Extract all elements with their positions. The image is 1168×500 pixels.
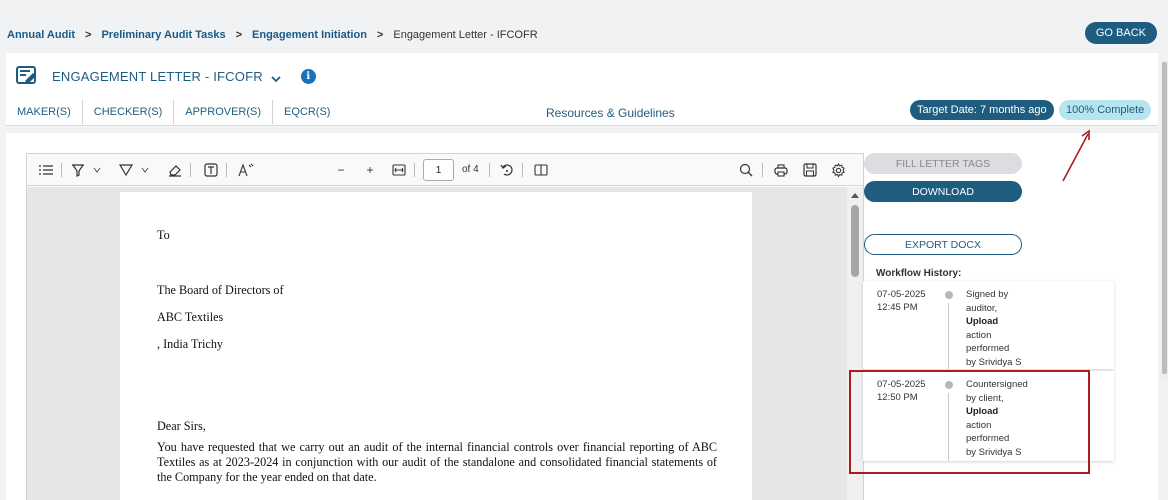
page-header: ENGAGEMENT LETTER - IFCOFR i MAKER(S) CH… [6,53,1158,126]
chevron-down-icon[interactable] [89,162,105,178]
toolbar-divider [190,163,191,177]
search-icon[interactable] [738,162,754,178]
tab-eqcrs[interactable]: EQCR(S) [273,100,341,124]
role-tabs: MAKER(S) CHECKER(S) APPROVER(S) EQCR(S) [6,100,341,124]
letter-location: , India Trichy [157,337,224,351]
breadcrumb-separator: > [235,29,243,41]
settings-icon[interactable] [830,162,846,178]
text-box-icon[interactable] [203,162,219,178]
workflow-text-line: by Srividya S [966,356,1022,368]
page-scrollbar-thumb[interactable] [1162,62,1167,374]
workflow-text-line: action [966,329,992,341]
toolbar-divider [61,163,62,177]
title-row: ENGAGEMENT LETTER - IFCOFR i [16,65,316,87]
breadcrumb-engagement-initiation[interactable]: Engagement Initiation [252,29,367,41]
workflow-text-line: performed [966,343,1010,354]
pdf-canvas[interactable]: To The Board of Directors of ABC Textile… [27,187,847,500]
chevron-down-icon[interactable] [271,71,281,83]
workflow-date: 07-05-2025 [877,289,926,300]
toolbar-divider [226,163,227,177]
page-number-input[interactable]: 1 [423,159,454,181]
workflow-history-title: Workflow History: [876,268,962,279]
rotate-icon[interactable] [499,162,515,178]
workflow-action: Upload [966,316,999,327]
annotation-highlight-box [849,370,1090,474]
export-docx-button[interactable]: EXPORT DOCX [864,234,1022,255]
chevron-down-icon[interactable] [137,162,153,178]
toolbar-divider [522,163,523,177]
workflow-time: 12:45 PM [877,302,918,313]
letter-greeting: Dear Sirs, [157,419,206,433]
breadcrumb-annual-audit[interactable]: Annual Audit [7,29,75,41]
pdf-viewer: − + 1 of 4 To The Board of Directors of … [26,153,864,500]
eraser-icon[interactable] [167,162,183,178]
timeline-dot-icon [945,291,953,299]
target-date-badge: Target Date: 7 months ago [910,100,1054,120]
breadcrumb-preliminary-audit-tasks[interactable]: Preliminary Audit Tasks [101,29,225,41]
outline-icon[interactable] [38,162,54,178]
document-sign-icon [16,66,38,86]
completion-badge: 100% Complete [1059,100,1152,120]
tab-checkers[interactable]: CHECKER(S) [83,100,175,124]
download-button[interactable]: DOWNLOAD [864,181,1022,202]
tab-approvers[interactable]: APPROVER(S) [174,100,274,124]
scroll-up-arrow-icon[interactable] [851,193,859,198]
letter-paragraph: You have requested that we carry out an … [157,440,717,484]
info-icon[interactable]: i [300,68,316,84]
toolbar-divider [762,163,763,177]
zoom-in-icon[interactable]: + [362,162,378,178]
page-total: of 4 [462,164,479,175]
letter-to: To [157,228,170,242]
workflow-text-line: auditor, [966,302,998,314]
breadcrumb-separator: > [376,29,384,41]
pdf-page: To The Board of Directors of ABC Textile… [120,192,752,500]
letter-company: ABC Textiles [157,310,224,324]
letter-addressee: The Board of Directors of [157,283,284,297]
page-view-icon[interactable] [533,162,549,178]
draw-icon[interactable] [118,162,134,178]
fill-letter-tags-button[interactable]: FILL LETTER TAGS [864,153,1022,174]
workflow-timestamp: 07-05-2025 12:45 PM [877,288,926,314]
save-icon[interactable] [802,162,818,178]
zoom-out-icon[interactable]: − [333,162,349,178]
toolbar-divider [489,163,490,177]
read-aloud-icon[interactable] [238,162,254,178]
breadcrumb-separator: > [85,29,92,41]
workflow-description: Signed by auditor, Upload action perform… [966,288,1046,369]
resources-guidelines-link[interactable]: Resources & Guidelines [546,106,675,120]
tab-makers[interactable]: MAKER(S) [6,100,83,124]
go-back-button[interactable]: GO BACK [1084,22,1157,44]
toolbar-divider [414,163,415,177]
annotation-arrow-icon [1062,129,1090,182]
pdf-toolbar: − + 1 of 4 [27,154,863,186]
highlight-icon[interactable] [70,162,86,178]
timeline-line [948,303,949,369]
workflow-text-line: Signed by [966,289,1009,300]
fit-width-icon[interactable] [391,162,407,178]
print-icon[interactable] [773,162,789,178]
workflow-entry: 07-05-2025 12:45 PM Signed by auditor, U… [863,281,1114,369]
page-title: ENGAGEMENT LETTER - IFCOFR [52,68,263,84]
scrollbar-thumb[interactable] [851,205,859,277]
breadcrumb: Annual Audit > Preliminary Audit Tasks >… [0,18,1168,52]
breadcrumb-current: Engagement Letter - IFCOFR [393,29,538,41]
